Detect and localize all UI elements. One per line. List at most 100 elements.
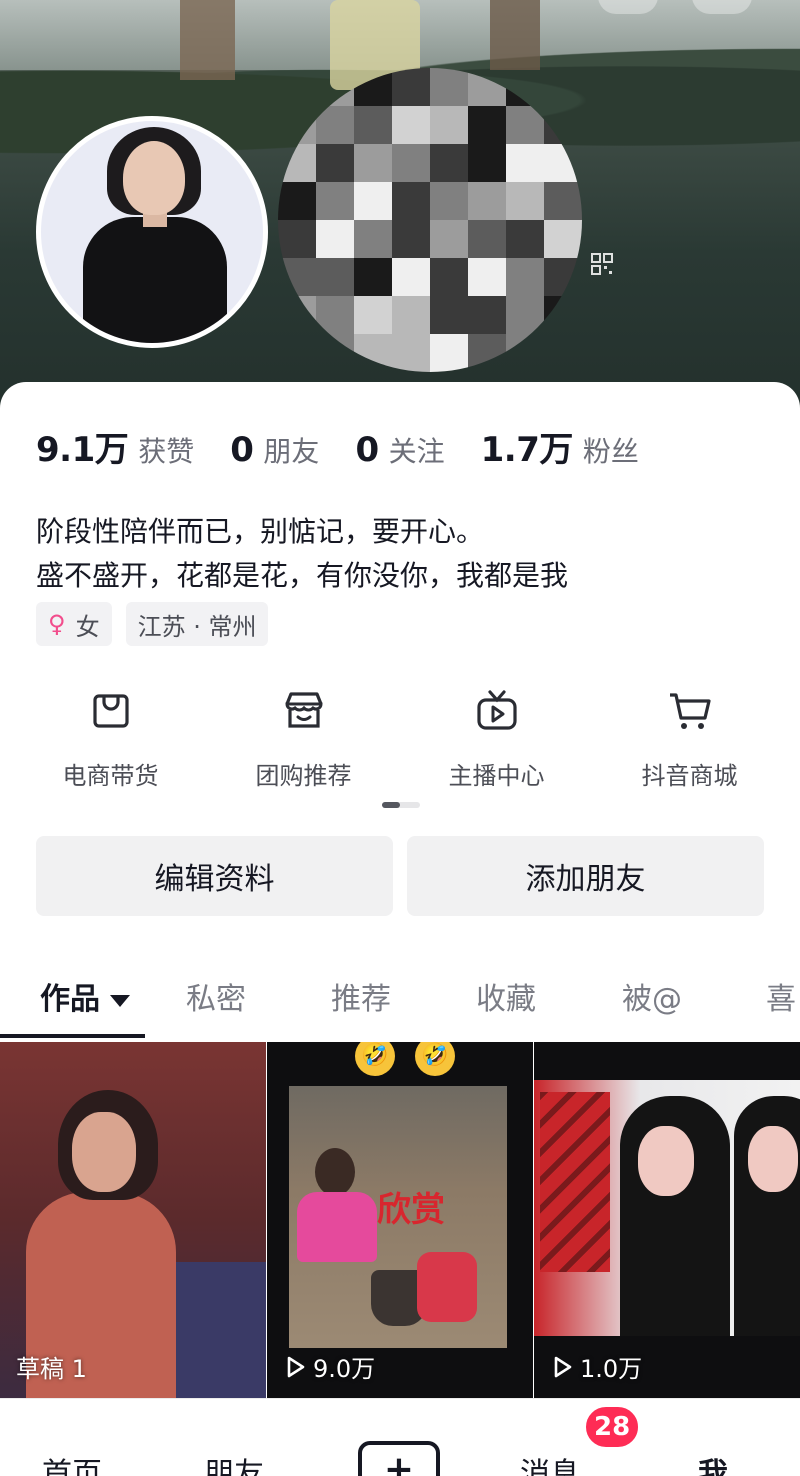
mosaic-cell (354, 296, 392, 334)
stat-likes-label: 获赞 (138, 435, 195, 468)
mosaic-cell (468, 296, 506, 334)
profile-actions: 编辑资料 添加朋友 (36, 836, 778, 916)
tool-group-buy-label: 团购推荐 (255, 762, 352, 790)
mosaic-cell (506, 258, 544, 296)
add-friend-button[interactable]: 添加朋友 (407, 836, 764, 916)
nav-home[interactable]: 首页 (42, 1449, 102, 1476)
cover-post-2 (490, 0, 540, 70)
mosaic-cell (392, 68, 430, 106)
nav-me[interactable]: 我 (698, 1449, 728, 1476)
nav-friends[interactable]: 朋友 (204, 1449, 264, 1476)
active-tab-indicator (0, 1034, 145, 1038)
plus-icon: + (383, 1448, 415, 1476)
thumb-girl-1-face (638, 1126, 694, 1196)
thumb-woman-body (297, 1192, 377, 1262)
profile-tags: ♀ 女 江苏 · 常州 (36, 602, 282, 646)
avatar[interactable] (36, 116, 268, 348)
tool-douyin-mall-label: 抖音商城 (641, 762, 738, 790)
tab-recommend[interactable]: 推荐 (331, 974, 391, 1018)
nav-messages[interactable]: 消息 (520, 1449, 580, 1476)
bio-line-2: 盛不盛开，花都是花，有你没你，我都是我 (36, 559, 569, 592)
bottom-nav: 首页 朋友 + 消息 28 我 (0, 1398, 800, 1476)
mosaic-cell (316, 106, 354, 144)
stat-friends[interactable]: 0 朋友 (230, 430, 319, 470)
mosaic-cell (506, 182, 544, 220)
stat-followers[interactable]: 1.7万 粉丝 (481, 422, 639, 471)
avatar-face (123, 141, 185, 215)
video-tile-3[interactable]: 1.0万 (534, 1042, 800, 1398)
stat-likes-value: 9.1万 (36, 430, 129, 470)
play-count-value: 9.0万 (313, 1355, 376, 1383)
laughing-emoji-icon: 🤣 (415, 1042, 455, 1076)
create-button[interactable]: + (358, 1441, 440, 1476)
stat-friends-label: 朋友 (263, 435, 320, 468)
stat-followers-label: 粉丝 (582, 435, 639, 468)
mosaic-cell (392, 144, 430, 182)
stat-following[interactable]: 0 关注 (355, 430, 444, 470)
mosaic-cell (430, 68, 468, 106)
tool-streamer-center-label: 主播中心 (448, 762, 545, 790)
tab-mentions[interactable]: 被@ (622, 974, 682, 1018)
mosaic-cell (316, 220, 354, 258)
location-tag: 江苏 · 常州 (125, 602, 269, 646)
stat-friends-value: 0 (230, 430, 254, 470)
stat-followers-value: 1.7万 (480, 430, 574, 470)
qr-code-icon[interactable] (590, 252, 614, 276)
tab-likes[interactable]: 喜 (766, 974, 796, 1018)
stat-following-value: 0 (355, 430, 379, 470)
stat-likes[interactable]: 9.1万 获赞 (36, 422, 194, 471)
mosaic-cell (506, 144, 544, 182)
tool-douyin-mall[interactable]: 抖音商城 (593, 688, 786, 791)
content-tabs: 作品 私密 推荐 收藏 被@ 喜 (0, 954, 800, 1040)
tab-private[interactable]: 私密 (186, 974, 246, 1018)
mosaic-cell (468, 258, 506, 296)
stat-following-label: 关注 (388, 435, 445, 468)
tab-works-label: 作品 (40, 982, 100, 1017)
thumb-stairs (540, 1092, 610, 1272)
mosaic-cell (430, 334, 468, 372)
mosaic-cell (316, 144, 354, 182)
mosaic-cell (316, 258, 354, 296)
tools-pager-active (382, 802, 400, 808)
pixelated-overlay (278, 68, 582, 372)
mosaic-cell (468, 144, 506, 182)
play-count-value: 1.0万 (580, 1355, 643, 1383)
bio-line-1: 阶段性陪伴而已，别惦记，要开心。 (36, 515, 485, 548)
gender-tag: ♀ 女 (36, 602, 112, 646)
mosaic-cell (354, 106, 392, 144)
video-tile-draft[interactable]: 草稿 1 (0, 1042, 266, 1398)
mosaic-cell (354, 182, 392, 220)
messages-badge: 28 (584, 1405, 641, 1449)
shopping-bag-icon (92, 694, 129, 728)
video-tile-2[interactable]: 欣赏 🤣 🤣 9.0万 (267, 1042, 533, 1398)
mosaic-cell (354, 144, 392, 182)
thumb-child (417, 1252, 477, 1322)
tab-works[interactable]: 作品 (40, 974, 130, 1018)
cart-icon (669, 693, 711, 729)
mosaic-cell (430, 220, 468, 258)
play-icon (554, 1356, 572, 1377)
edit-profile-button[interactable]: 编辑资料 (36, 836, 393, 916)
tool-ecommerce-label: 电商带货 (62, 762, 159, 790)
tool-streamer-center[interactable]: 主播中心 (400, 688, 593, 791)
tool-ecommerce[interactable]: 电商带货 (14, 688, 207, 791)
video-play-count: 9.0万 (283, 1349, 375, 1384)
tool-group-buy[interactable]: 团购推荐 (207, 688, 400, 791)
mosaic-cell (392, 106, 430, 144)
creator-tools: 电商带货 团购推荐 主播中心 抖音商城 (0, 688, 800, 791)
mosaic-cell (354, 220, 392, 258)
tab-favorites[interactable]: 收藏 (476, 974, 536, 1018)
mosaic-cell (430, 106, 468, 144)
mosaic-cell (468, 220, 506, 258)
cover-post (180, 0, 235, 80)
mosaic-cell (392, 296, 430, 334)
mosaic-cell (278, 182, 316, 220)
bio[interactable]: 阶段性陪伴而已，别惦记，要开心。 盛不盛开，花都是花，有你没你，我都是我 (36, 510, 568, 598)
mosaic-cell (392, 220, 430, 258)
mosaic-cell (506, 220, 544, 258)
mosaic-cell (316, 182, 354, 220)
mosaic-cell (278, 220, 316, 258)
location-label: 江苏 · 常州 (137, 612, 257, 641)
laughing-emoji-icon: 🤣 (355, 1042, 395, 1076)
mosaic-cell (392, 334, 430, 372)
